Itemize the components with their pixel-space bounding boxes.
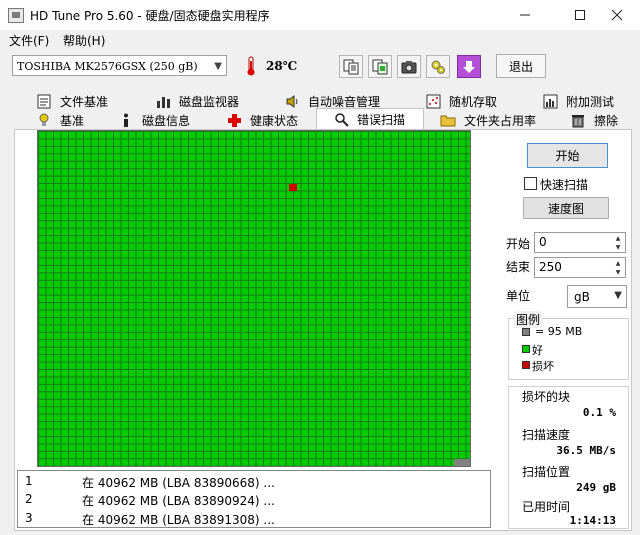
app-icon xyxy=(8,8,24,23)
end-spinbox[interactable]: 250 ▲ ▼ xyxy=(534,257,626,278)
chevron-down-icon: ▼ xyxy=(214,61,222,72)
download-icon xyxy=(463,60,475,73)
damaged-blocks-label: 损坏的块 xyxy=(522,390,571,404)
scan-speed-value: 36.5 MB/s xyxy=(556,444,616,457)
log-message: 在 40962 MB (LBA 83890668) ... xyxy=(82,476,275,490)
magnifier-icon xyxy=(333,112,349,127)
tab-erase[interactable]: 擦除 xyxy=(570,111,618,130)
thermometer-icon xyxy=(247,56,255,76)
scan-position-value: 249 gB xyxy=(576,481,616,494)
tab-label: 文件夹占用率 xyxy=(464,114,537,128)
spin-up-icon[interactable]: ▲ xyxy=(611,234,625,243)
menu-help[interactable]: 帮助(H) xyxy=(63,32,105,49)
tab-label: 基准 xyxy=(60,114,85,128)
unscanned-block xyxy=(462,459,470,466)
folder-icon xyxy=(440,113,456,128)
tab-label: 磁盘信息 xyxy=(142,114,191,128)
tab-random-access[interactable]: 随机存取 xyxy=(425,92,497,111)
options-button[interactable] xyxy=(426,55,450,78)
quick-scan-checkbox[interactable] xyxy=(524,177,537,190)
tab-label: 文件基准 xyxy=(60,95,109,109)
trash-icon xyxy=(570,113,586,128)
scan-position-label: 扫描位置 xyxy=(522,465,571,479)
copy-info-button[interactable] xyxy=(339,55,363,78)
legend-block-swatch xyxy=(522,328,530,336)
close-icon xyxy=(611,9,623,21)
legend-bad-label: 损坏 xyxy=(532,360,554,373)
chart-window-icon xyxy=(542,94,558,109)
log-message: 在 40962 MB (LBA 83891308) ... xyxy=(82,513,275,527)
tab-file-benchmark[interactable]: 文件基准 xyxy=(36,92,108,111)
tab-label: 擦除 xyxy=(594,114,619,128)
unit-label: 单位 xyxy=(506,289,531,303)
spin-down-icon[interactable]: ▼ xyxy=(611,243,625,252)
legend-good-label: 好 xyxy=(532,344,543,357)
damaged-blocks-value: 0.1 % xyxy=(582,406,616,419)
copy-info-icon xyxy=(343,59,359,74)
quick-scan-label[interactable]: 快速扫描 xyxy=(540,176,588,193)
start-label: 开始 xyxy=(506,237,531,251)
minimize-button[interactable] xyxy=(502,0,548,30)
download-button[interactable] xyxy=(457,55,481,78)
tab-error-scan[interactable]: 错误扫描 xyxy=(333,110,405,129)
minimize-icon xyxy=(520,14,530,16)
unit-select[interactable]: gB ▼ xyxy=(567,285,627,308)
elapsed-time-label: 已用时间 xyxy=(522,500,571,514)
speed-map-button[interactable]: 速度图 xyxy=(523,197,609,219)
spin-up-icon[interactable]: ▲ xyxy=(611,259,625,268)
log-index: 2 xyxy=(25,492,33,506)
end-label: 结束 xyxy=(506,260,531,274)
lightbulb-icon xyxy=(36,113,52,128)
scatter-chart-icon xyxy=(425,94,441,109)
spin-down-icon[interactable]: ▼ xyxy=(611,268,625,277)
maximize-icon xyxy=(575,10,585,20)
start-button[interactable]: 开始 xyxy=(527,143,608,168)
tab-extra-tests[interactable]: 附加测试 xyxy=(542,92,614,111)
end-value: 250 xyxy=(539,260,562,274)
scan-speed-label: 扫描速度 xyxy=(522,428,571,442)
damaged-block xyxy=(289,184,297,191)
red-cross-icon xyxy=(226,113,242,128)
tab-folder-usage[interactable]: 文件夹占用率 xyxy=(440,111,536,130)
screenshot-button[interactable] xyxy=(397,55,421,78)
temperature-value: 28℃ xyxy=(266,59,298,73)
tab-label: 附加测试 xyxy=(566,95,615,109)
chevron-down-icon: ▼ xyxy=(614,290,622,301)
menu-file[interactable]: 文件(F) xyxy=(9,32,49,49)
tab-label: 磁盘监视器 xyxy=(179,95,240,109)
elapsed-time-value: 1:14:13 xyxy=(569,514,616,527)
tab-label: 随机存取 xyxy=(449,95,498,109)
copy-screen-icon xyxy=(372,59,388,74)
drive-name: TOSHIBA MK2576GSX (250 gB) xyxy=(17,60,198,73)
copy-screen-button[interactable] xyxy=(368,55,392,78)
log-index: 1 xyxy=(25,474,33,488)
camera-icon xyxy=(401,60,417,73)
log-index: 3 xyxy=(25,511,33,525)
exit-button[interactable]: 退出 xyxy=(496,54,546,78)
tab-label: 错误扫描 xyxy=(357,113,406,127)
start-value: 0 xyxy=(539,235,547,249)
info-icon xyxy=(118,113,134,128)
speaker-icon xyxy=(284,94,300,109)
tab-health[interactable]: 健康状态 xyxy=(226,111,298,130)
unit-value: gB xyxy=(574,290,590,304)
scan-block-map xyxy=(37,130,471,467)
bar-chart-icon xyxy=(155,94,171,109)
tab-disk-monitor[interactable]: 磁盘监视器 xyxy=(155,92,239,111)
unscanned-block xyxy=(454,459,462,466)
log-message: 在 40962 MB (LBA 83890924) ... xyxy=(82,494,275,508)
tab-disk-info[interactable]: 磁盘信息 xyxy=(118,111,190,130)
legend-block-size: = 95 MB xyxy=(535,325,583,338)
start-spinbox[interactable]: 0 ▲ ▼ xyxy=(534,232,626,253)
tab-benchmark[interactable]: 基准 xyxy=(36,111,84,130)
document-icon xyxy=(36,94,52,109)
drive-select[interactable]: TOSHIBA MK2576GSX (250 gB) ▼ xyxy=(12,55,227,76)
legend-good-swatch xyxy=(522,345,530,353)
close-button[interactable] xyxy=(594,0,640,30)
legend-bad-swatch xyxy=(522,361,530,369)
options-icon xyxy=(431,60,445,74)
window-title: HD Tune Pro 5.60 - 硬盘/固态硬盘实用程序 xyxy=(30,9,270,23)
tab-label: 健康状态 xyxy=(250,114,299,128)
